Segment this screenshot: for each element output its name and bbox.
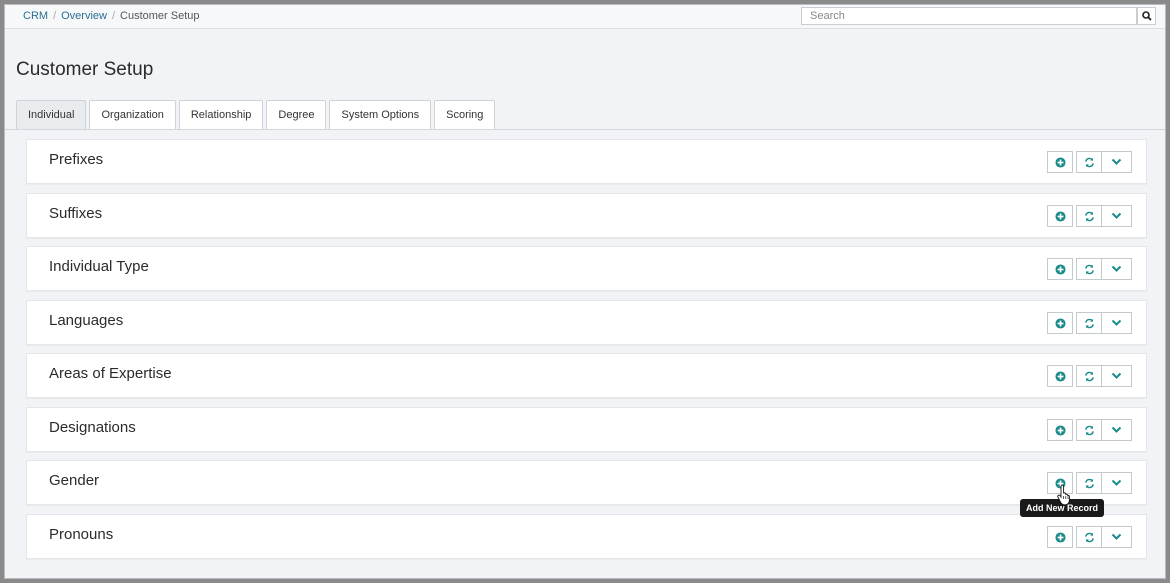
setup-panel: Prefixes: [26, 139, 1147, 184]
panel-title: Prefixes: [49, 151, 104, 168]
panel-actions: [1047, 205, 1132, 227]
setup-panel: Individual Type: [26, 246, 1147, 291]
refresh-button[interactable]: [1076, 526, 1102, 548]
refresh-button[interactable]: [1076, 151, 1102, 173]
panel-actions: [1047, 419, 1132, 441]
chevron-down-icon: [1111, 158, 1122, 165]
setup-panel: Languages: [26, 300, 1147, 345]
expand-toggle-button[interactable]: [1102, 419, 1132, 441]
breadcrumb-separator: /: [53, 10, 57, 22]
chevron-down-icon: [1111, 265, 1122, 272]
refresh-icon: [1084, 318, 1094, 328]
panel-title: Pronouns: [49, 526, 114, 543]
panel-title: Individual Type: [49, 258, 149, 275]
top-bar: CRM / Overview / Customer Setup: [5, 5, 1165, 29]
panel-actions: [1047, 258, 1132, 280]
expand-toggle-button[interactable]: [1102, 151, 1132, 173]
breadcrumb: CRM / Overview / Customer Setup: [23, 10, 200, 22]
panel-title: Gender: [49, 472, 100, 489]
search-input[interactable]: [801, 7, 1137, 25]
add-record-button[interactable]: [1047, 205, 1073, 227]
breadcrumb-separator: /: [111, 10, 116, 22]
chevron-down-icon: [1111, 426, 1122, 433]
refresh-icon: [1084, 532, 1094, 542]
tab-relationship[interactable]: Relationship: [178, 100, 264, 129]
expand-toggle-button[interactable]: [1102, 472, 1132, 494]
expand-toggle-button[interactable]: [1102, 258, 1132, 280]
add-record-button[interactable]: [1047, 312, 1073, 334]
breadcrumb-crm[interactable]: CRM: [23, 10, 48, 22]
panel-title: Areas of Expertise: [49, 365, 172, 382]
plus-circle-icon: [1054, 263, 1066, 275]
refresh-button[interactable]: [1076, 205, 1102, 227]
refresh-button[interactable]: [1076, 312, 1102, 334]
refresh-button[interactable]: [1076, 365, 1102, 387]
expand-toggle-button[interactable]: [1102, 365, 1132, 387]
refresh-button[interactable]: [1076, 419, 1102, 441]
breadcrumb-overview[interactable]: Overview: [61, 10, 107, 22]
plus-circle-icon: [1054, 156, 1066, 168]
search-icon: [1141, 11, 1152, 21]
plus-circle-icon: [1054, 210, 1066, 222]
add-record-button[interactable]: [1047, 526, 1073, 548]
tab-individual[interactable]: Individual: [16, 100, 87, 129]
plus-circle-icon: [1054, 531, 1066, 543]
refresh-icon: [1084, 157, 1094, 167]
tab-degree[interactable]: Degree: [266, 100, 327, 129]
panel-actions: [1047, 312, 1132, 334]
refresh-button[interactable]: [1076, 258, 1102, 280]
chevron-down-icon: [1111, 533, 1122, 540]
expand-toggle-button[interactable]: [1102, 526, 1132, 548]
tab-bar: Individual Organization Relationship Deg…: [16, 100, 496, 129]
breadcrumb-current: Customer Setup: [120, 10, 200, 22]
add-record-button[interactable]: [1047, 419, 1073, 441]
refresh-button[interactable]: [1076, 472, 1102, 494]
app-window: CRM / Overview / Customer Setup Customer Set…: [4, 4, 1166, 579]
panel-title: Languages: [49, 312, 124, 329]
plus-circle-icon: [1054, 424, 1066, 436]
setup-panel: Suffixes: [26, 193, 1147, 238]
panel-title: Designations: [49, 419, 136, 436]
setup-panel: Gender: [26, 460, 1147, 505]
tab-divider: [5, 129, 1165, 130]
hand-cursor-icon: [1057, 485, 1070, 505]
search-button[interactable]: [1137, 7, 1156, 25]
panel-actions: [1047, 365, 1132, 387]
setup-panel: Designations: [26, 407, 1147, 452]
setup-panel: Areas of Expertise: [26, 353, 1147, 398]
chevron-down-icon: [1111, 319, 1122, 326]
chevron-down-icon: [1111, 212, 1122, 219]
setup-panel: Pronouns: [26, 514, 1147, 559]
page-title: Customer Setup: [16, 59, 154, 80]
plus-circle-icon: [1054, 317, 1066, 329]
tab-scoring[interactable]: Scoring: [434, 100, 496, 129]
plus-circle-icon: [1054, 370, 1066, 382]
chevron-down-icon: [1111, 479, 1122, 486]
add-record-button[interactable]: [1047, 151, 1073, 173]
refresh-icon: [1084, 425, 1094, 435]
add-record-button[interactable]: [1047, 365, 1073, 387]
add-record-button[interactable]: [1047, 258, 1073, 280]
refresh-icon: [1084, 371, 1094, 381]
refresh-icon: [1084, 264, 1094, 274]
chevron-down-icon: [1111, 372, 1122, 379]
tab-organization[interactable]: Organization: [89, 100, 176, 129]
panel-actions: [1047, 526, 1132, 548]
expand-toggle-button[interactable]: [1102, 312, 1132, 334]
refresh-icon: [1084, 211, 1094, 221]
tab-system-options[interactable]: System Options: [329, 100, 432, 129]
expand-toggle-button[interactable]: [1102, 205, 1132, 227]
refresh-icon: [1084, 478, 1094, 488]
panel-actions: [1047, 151, 1132, 173]
panel-title: Suffixes: [49, 205, 103, 222]
